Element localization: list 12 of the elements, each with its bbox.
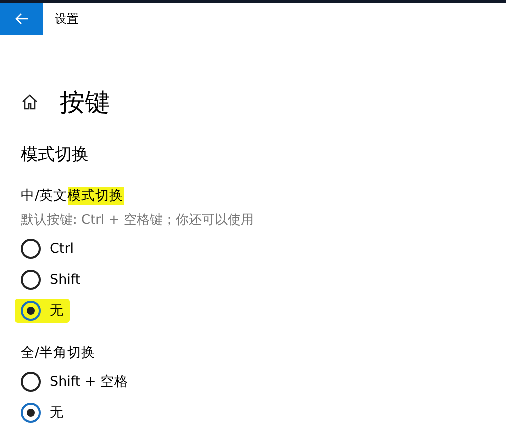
radio-option[interactable]: 无	[15, 397, 70, 428]
radio-option[interactable]: Ctrl	[15, 233, 80, 264]
section-title: 模式切换	[21, 144, 90, 166]
radio-option[interactable]: Shift + 空格	[15, 366, 135, 397]
group-label: 全/半角切换	[21, 344, 97, 363]
radio-option[interactable]: 无	[15, 295, 70, 326]
page-title: 按键	[60, 86, 110, 118]
radio-option[interactable]: Shift	[15, 264, 87, 295]
description-text: 默认按键: Ctrl + 空格键；你还可以使用	[21, 212, 255, 230]
home-icon[interactable]	[21, 93, 39, 111]
window-title: 设置	[55, 10, 79, 28]
back-arrow-icon	[14, 13, 28, 25]
